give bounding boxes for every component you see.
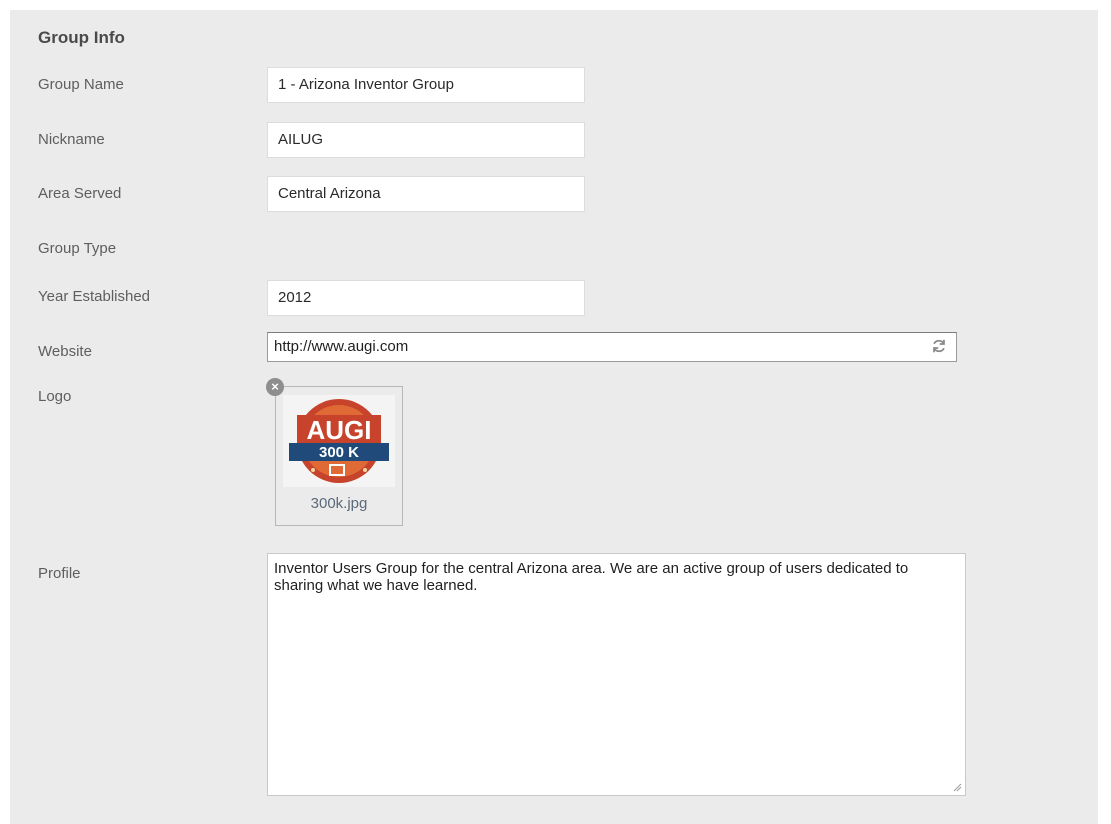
group-info-panel: Group Info Group Name 1 - Arizona Invent… — [10, 10, 1098, 824]
close-icon[interactable]: × — [266, 378, 284, 396]
website-value: http://www.augi.com — [274, 338, 409, 355]
section-heading: Group Info — [38, 28, 125, 47]
year-established-label: Year Established — [38, 288, 151, 305]
group-type-label: Group Type — [38, 240, 117, 257]
profile-text: Inventor Users Group for the central Ari… — [274, 560, 909, 594]
website-input[interactable]: http://www.augi.com — [267, 332, 957, 362]
augi-logo-image: AUGI 300 K — [283, 395, 395, 487]
group-name-input[interactable]: 1 - Arizona Inventor Group — [267, 67, 585, 103]
nickname-input[interactable]: AILUG — [267, 122, 585, 158]
refresh-icon[interactable] — [930, 337, 948, 355]
logo-label: Logo — [38, 388, 72, 405]
year-established-input[interactable]: 2012 — [267, 280, 585, 316]
svg-text:300 K: 300 K — [319, 444, 359, 461]
logo-filename: 300k.jpg — [310, 495, 368, 512]
profile-label: Profile — [38, 565, 81, 582]
svg-text:AUGI: AUGI — [307, 415, 372, 445]
area-served-label: Area Served — [38, 185, 122, 202]
website-label: Website — [38, 343, 92, 360]
resize-grip-icon[interactable] — [952, 782, 962, 792]
nickname-label: Nickname — [38, 131, 105, 148]
logo-thumbnail[interactable]: AUGI 300 K 300k.jpg — [275, 386, 403, 526]
profile-textarea[interactable]: Inventor Users Group for the central Ari… — [267, 553, 966, 796]
group-name-label: Group Name — [38, 76, 124, 93]
area-served-input[interactable]: Central Arizona — [267, 176, 585, 212]
